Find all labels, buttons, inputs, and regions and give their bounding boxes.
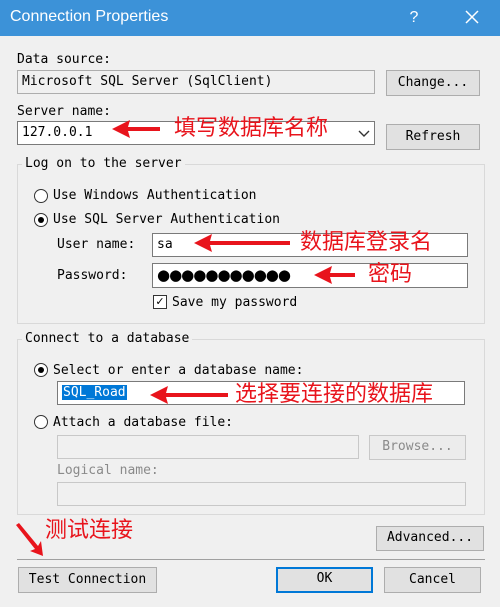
- username-annotation: 数据库登录名: [300, 230, 433, 255]
- password-annotation-arrow: [314, 266, 355, 284]
- password-annotation: 密码: [368, 262, 413, 287]
- server-annotation: 填写数据库名称: [174, 116, 329, 141]
- database-annotation-arrow: [150, 386, 228, 404]
- database-annotation: 选择要连接的数据库: [235, 382, 434, 407]
- annotation-arrows: [16, 120, 355, 556]
- test-annotation: 测试连接: [45, 518, 134, 543]
- test-annotation-arrow: [16, 523, 43, 556]
- server-annotation-arrow: [112, 120, 160, 138]
- username-annotation-arrow: [194, 234, 290, 252]
